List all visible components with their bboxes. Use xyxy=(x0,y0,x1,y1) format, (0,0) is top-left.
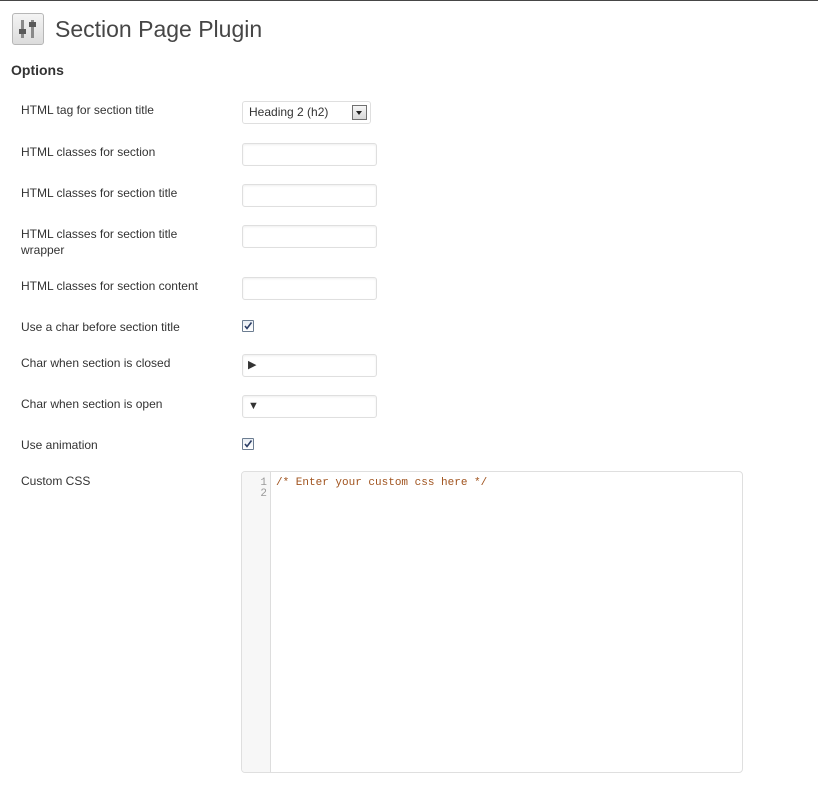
classes-section-content-input[interactable] xyxy=(242,277,377,300)
options-heading: Options xyxy=(11,62,64,78)
use-char-label: Use a char before section title xyxy=(21,320,180,334)
use-char-checkbox[interactable] xyxy=(242,320,254,332)
code-line[interactable]: /* Enter your custom css here */ xyxy=(276,478,487,489)
settings-sliders-icon xyxy=(12,13,44,45)
char-open-label: Char when section is open xyxy=(21,397,163,411)
classes-section-label: HTML classes for section xyxy=(21,145,156,159)
checkmark-icon xyxy=(244,322,253,330)
html-tag-label: HTML tag for section title xyxy=(21,103,154,117)
classes-title-wrapper-label: HTML classes for section title wrapper xyxy=(21,227,178,257)
line-number: 2 xyxy=(260,488,267,500)
classes-section-input[interactable] xyxy=(242,143,377,166)
html-tag-select-value: Heading 2 (h2) xyxy=(249,105,329,119)
editor-gutter: 1 2 xyxy=(242,472,271,772)
classes-title-wrapper-input[interactable] xyxy=(242,225,377,248)
classes-section-title-input[interactable] xyxy=(242,184,377,207)
chevron-down-icon[interactable] xyxy=(352,105,367,120)
custom-css-editor[interactable]: 1 2 /* Enter your custom css here */ xyxy=(241,471,743,773)
custom-css-label: Custom CSS xyxy=(21,474,91,488)
char-closed-input[interactable]: ▶ xyxy=(242,354,377,377)
char-closed-label: Char when section is closed xyxy=(21,356,171,370)
classes-section-content-label: HTML classes for section content xyxy=(21,279,198,293)
char-open-input[interactable]: ▼ xyxy=(242,395,377,418)
html-tag-select[interactable]: Heading 2 (h2) xyxy=(242,101,371,124)
use-animation-label: Use animation xyxy=(21,438,98,452)
page-title: Section Page Plugin xyxy=(55,16,263,42)
use-animation-checkbox[interactable] xyxy=(242,438,254,450)
checkmark-icon xyxy=(244,440,253,448)
classes-section-title-label: HTML classes for section title xyxy=(21,186,178,200)
page-header: Section Page Plugin xyxy=(12,11,262,47)
